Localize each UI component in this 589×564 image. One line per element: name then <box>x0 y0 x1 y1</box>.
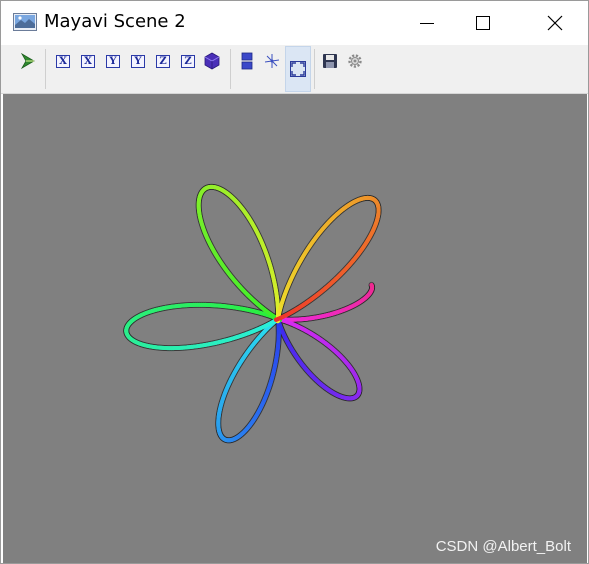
gear-icon <box>348 54 362 68</box>
title-bar[interactable]: Mayavi Scene 2 <box>1 1 588 45</box>
scene-viewport[interactable]: CSDN @Albert_Bolt <box>3 94 587 563</box>
minimize-icon <box>420 23 434 24</box>
y-axis-icon: Y <box>131 54 145 68</box>
isometric-view-button[interactable] <box>202 51 222 71</box>
configure-button[interactable] <box>345 51 365 71</box>
fullscreen-icon <box>290 61 306 77</box>
view-y-neg-button[interactable]: Y <box>128 51 148 71</box>
view-x-neg-button[interactable]: X <box>78 51 98 71</box>
floppy-disk-icon <box>323 54 337 68</box>
view-z-neg-button[interactable]: Z <box>178 51 198 71</box>
full-screen-button[interactable] <box>285 46 311 92</box>
parallel-projection-button[interactable] <box>237 51 257 71</box>
minimize-button[interactable] <box>403 1 451 45</box>
close-icon <box>547 15 563 31</box>
toolbar-separator <box>314 49 315 89</box>
maximize-icon <box>476 16 490 30</box>
scene-window-icon <box>13 13 37 31</box>
save-button[interactable] <box>320 51 340 71</box>
z-axis-icon: Z <box>156 54 170 68</box>
x-axis-icon: X <box>81 54 95 68</box>
3d-tube-knot <box>123 183 382 444</box>
mayavi-logo-icon <box>20 52 35 70</box>
view-x-pos-button[interactable]: X <box>53 51 73 71</box>
tube-segments <box>123 183 382 444</box>
watermark: CSDN @Albert_Bolt <box>435 538 571 555</box>
window-title: Mayavi Scene 2 <box>44 11 186 32</box>
mayavi-window: Mayavi Scene 2 X X Y Y Z Z CSDN @Albert_… <box>0 0 589 564</box>
y-axis-icon: Y <box>106 54 120 68</box>
x-axis-icon: X <box>56 54 70 68</box>
axes-toggle-button[interactable] <box>262 51 282 71</box>
toolbar-separator <box>230 49 231 89</box>
view-z-pos-button[interactable]: Z <box>153 51 173 71</box>
toolbar-separator <box>45 49 46 89</box>
parallel-icon <box>241 52 253 70</box>
mayavi-pipeline-button[interactable] <box>18 51 38 71</box>
axes-icon <box>264 54 280 68</box>
view-y-pos-button[interactable]: Y <box>103 51 123 71</box>
cube-icon <box>204 52 220 70</box>
scene-toolbar: X X Y Y Z Z <box>1 45 588 94</box>
z-axis-icon: Z <box>181 54 195 68</box>
maximize-button[interactable] <box>459 1 507 45</box>
close-button[interactable] <box>531 1 579 45</box>
